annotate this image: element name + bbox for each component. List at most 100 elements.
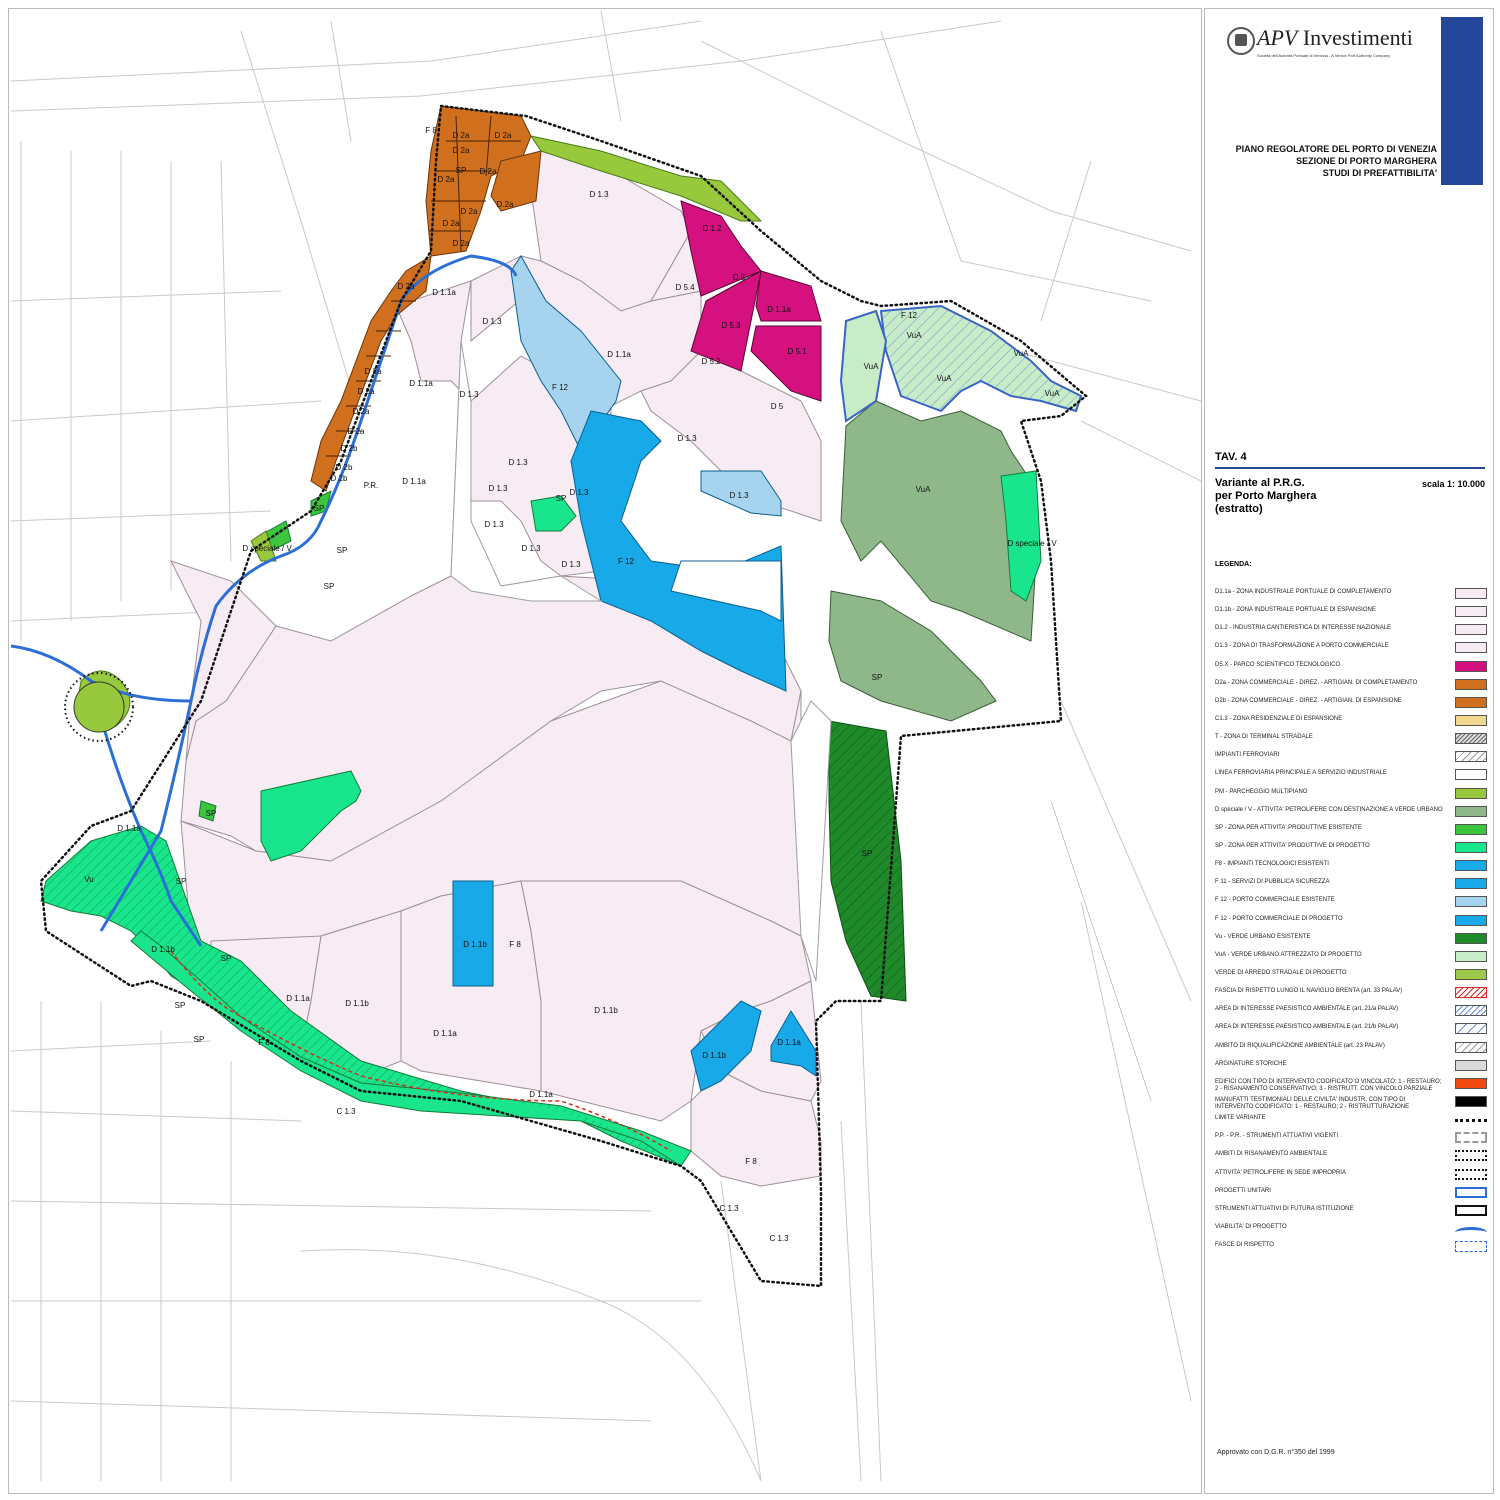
- zone-label: D 2a: [365, 367, 382, 376]
- legend-label: MANUFATTI TESTIMONIALI DELLE CIVILTA' IN…: [1215, 1096, 1410, 1110]
- legend-label: ATTIVITA' PETROLIFERE IN SEDE IMPROPRIA: [1215, 1169, 1346, 1176]
- seal-icon: [1227, 27, 1255, 55]
- legend-label: LIMITE VARIANTE: [1215, 1115, 1266, 1122]
- zone-label: VuA: [1045, 389, 1060, 398]
- zone-label: D 1.1a: [117, 824, 141, 833]
- zone-label: SP: [175, 1001, 186, 1010]
- legend-swatch: [1455, 968, 1487, 980]
- legend-swatch: [1455, 1005, 1487, 1017]
- zone-label: D 1.1a: [777, 1038, 801, 1047]
- legend-label: D1.2 - INDUSTRIA CANTIERISTICA DI INTERE…: [1215, 625, 1392, 632]
- legend-item: FASCIA DI RISPETTO LUNGO IL NAVIGLIO BRE…: [1215, 985, 1489, 1003]
- sheet-number: TAV. 4: [1215, 451, 1247, 463]
- zone-label: D 1.1a: [767, 305, 791, 314]
- legend-label: IMPIANTI FERROVIARI: [1215, 752, 1280, 759]
- legend-label: Vu - VERDE URBANO ESISTENTE: [1215, 933, 1311, 940]
- legend-label: F 11 - SERVIZI DI PUBBLICA SICUREZZA: [1215, 879, 1330, 886]
- zone-label: D 1.1a: [607, 350, 631, 359]
- zone-label: SP: [337, 546, 348, 555]
- zone-label: D 2a: [495, 131, 512, 140]
- legend-item: SP - ZONA PER ATTIVITA' PRODUTTIVE DI PR…: [1215, 840, 1489, 858]
- legend-swatch: [1455, 1241, 1487, 1253]
- legend-item: MANUFATTI TESTIMONIALI DELLE CIVILTA' IN…: [1215, 1094, 1489, 1112]
- legend-label: F 12 - PORTO COMMERCIALE ESISTENTE: [1215, 897, 1335, 904]
- zone-label: D 1.3: [729, 491, 749, 500]
- zone-label: D 1.1a: [286, 994, 310, 1003]
- company-logo: APV Investimenti Società dell'Autorità P…: [1221, 23, 1431, 59]
- zone-label: D 1.1a: [529, 1090, 553, 1099]
- legend-label: F8 - IMPIANTI TECNOLOGICI ESISTENTI: [1215, 861, 1329, 868]
- zone-label: D 1.3: [484, 520, 504, 529]
- zone-label: F 12: [552, 383, 569, 392]
- zone-label: VuA: [864, 362, 879, 371]
- legend-item: AREA DI INTERESSE PAESISTICO AMBIENTALE …: [1215, 1021, 1489, 1039]
- legend-item: F 12 - PORTO COMMERCIALE ESISTENTE: [1215, 894, 1489, 912]
- legend-item: D2a - ZONA COMMERCIALE - DIREZ. - ARTIGI…: [1215, 677, 1489, 695]
- zone-label: D 2b: [336, 463, 353, 472]
- zone-label: D 2b: [331, 474, 348, 483]
- zone-label: D 1.3: [589, 190, 609, 199]
- legend-item: SP - ZONA PER ATTIVITA' PRODUTTIVE ESIST…: [1215, 822, 1489, 840]
- legend-swatch: [1455, 1041, 1487, 1053]
- zone-label: D speciale / V: [1007, 539, 1057, 548]
- legend-swatch: [1455, 1077, 1487, 1089]
- legend-swatch: [1455, 841, 1487, 853]
- legend-swatch: [1455, 987, 1487, 999]
- zone-label: SP: [872, 673, 883, 682]
- legend-swatch: [1455, 823, 1487, 835]
- legend-swatch: [1455, 932, 1487, 944]
- legend-item: D1.2 - INDUSTRIA CANTIERISTICA DI INTERE…: [1215, 622, 1489, 640]
- legend-label: AREA DI INTERESSE PAESISTICO AMBIENTALE …: [1215, 1024, 1399, 1031]
- legend-item: F8 - IMPIANTI TECNOLOGICI ESISTENTI: [1215, 858, 1489, 876]
- legend-swatch: [1455, 751, 1487, 763]
- legend-item: EDIFICI CON TIPO DI INTERVENTO CODIFICAT…: [1215, 1076, 1489, 1094]
- zone-label: D speciale / V: [242, 544, 292, 553]
- map-frame: F 8D 2a D 2a D 2a SP D 2a D 2a D 2a D 2a D 2a D.2…: [8, 8, 1202, 1494]
- legend-swatch: [1455, 1226, 1487, 1238]
- zone-label: Vu: [84, 875, 94, 884]
- legend-label: C1.3 - ZONA RESIDENZIALE DI ESPANSIONE: [1215, 715, 1343, 722]
- legend-label: D2b - ZONA COMMERCIALE - DIREZ. - ARTIGI…: [1215, 697, 1402, 704]
- legend-item: IMPIANTI FERROVIARI: [1215, 749, 1489, 767]
- zone-label: D 1.3: [521, 544, 541, 553]
- legend-swatch: [1455, 878, 1487, 890]
- zone-label: VuA: [937, 374, 952, 383]
- legend-item: PM - PARCHEGGIO MULTIPIANO: [1215, 786, 1489, 804]
- legend-item: VIABILITA' DI PROGETTO: [1215, 1221, 1489, 1239]
- legend-swatch: [1455, 1204, 1487, 1216]
- legend-item: D5.X - PARCO SCIENTIFICO TECNOLOGICO: [1215, 659, 1489, 677]
- zone-label: SP: [456, 166, 467, 175]
- legend-label: AREA DI INTERESSE PAESISTICO AMBIENTALE …: [1215, 1006, 1399, 1013]
- legend-item: FASCE DI RISPETTO: [1215, 1239, 1489, 1257]
- legend-swatch: [1455, 1095, 1487, 1107]
- legend-swatch: [1455, 950, 1487, 962]
- zone-label: F 8: [745, 1157, 757, 1166]
- legend-label: LINEA FERROVIARIA PRINCIPALE A SERVIZIO …: [1215, 770, 1387, 777]
- zone-label: P.R.: [364, 481, 379, 490]
- legend-label: P.P. - P.R. - STRUMENTI ATTUATIVI VIGENT…: [1215, 1133, 1339, 1140]
- zone-label: SP: [314, 504, 325, 513]
- zone-label: SP: [206, 809, 217, 818]
- zone-label: D 2b: [341, 444, 358, 453]
- legend-swatch: [1455, 678, 1487, 690]
- zone-label: D 2a: [453, 146, 470, 155]
- zone-label: SP: [221, 954, 232, 963]
- legend-swatch: [1455, 769, 1487, 781]
- legend-swatch: [1455, 805, 1487, 817]
- legend-label: PM - PARCHEGGIO MULTIPIANO: [1215, 788, 1308, 795]
- legend-item: VuA - VERDE URBANO ATTREZZATO DI PROGETT…: [1215, 949, 1489, 967]
- legend-swatch: [1455, 1132, 1487, 1144]
- zoning-map: F 8D 2a D 2aD 2aSP D 2aD 2aD 2aD 2aD 2aD.2…: [10, 10, 1201, 1482]
- legend-label: T - ZONA DI TERMINAL STRADALE: [1215, 734, 1313, 741]
- zone-label: D 1.1a: [432, 288, 456, 297]
- zone-label: D 1.1b: [702, 1051, 726, 1060]
- zone-label: D 2a: [453, 131, 470, 140]
- zone-label: F 12: [901, 311, 918, 320]
- zone-label: D 1.1a: [402, 477, 426, 486]
- zone-label: SP: [176, 877, 187, 886]
- zone-label: D 5.3: [721, 321, 741, 330]
- legend-item: AREA DI INTERESSE PAESISTICO AMBIENTALE …: [1215, 1003, 1489, 1021]
- zone-label: D 1.3: [508, 458, 528, 467]
- legend-item: AMBITO DI RIQUALIFICAZIONE AMBIENTALE (a…: [1215, 1040, 1489, 1058]
- map-scale: scala 1: 10.000: [1421, 479, 1485, 489]
